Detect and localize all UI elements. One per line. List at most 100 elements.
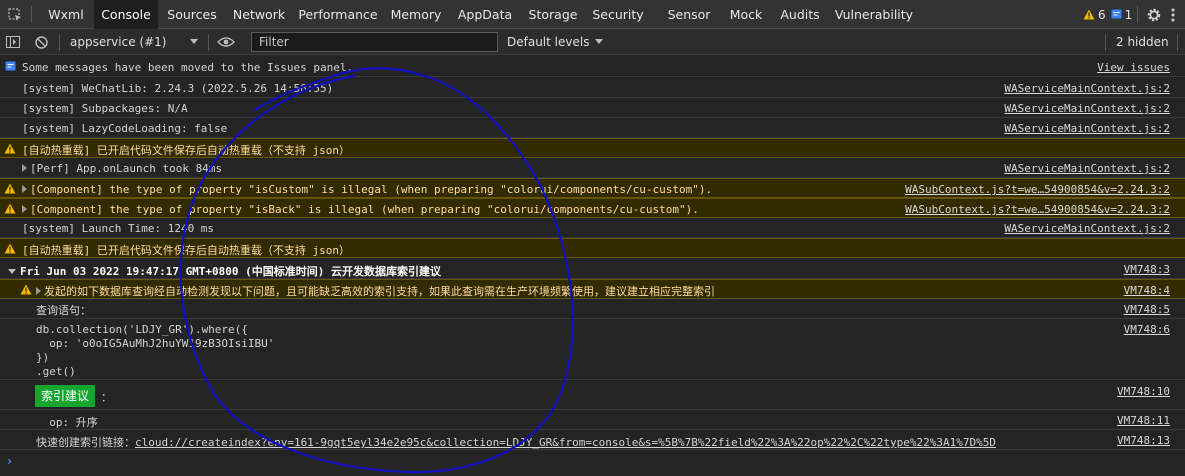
source-link[interactable]: VM748:6	[1124, 323, 1170, 336]
context-label: appservice (#1)	[70, 35, 167, 49]
console-toolbar: appservice (#1) Default levels 2 hidden	[0, 29, 1185, 55]
view-issues-link[interactable]: View issues	[1097, 61, 1170, 74]
warning-row: [自动热重载] 已开启代码文件保存后自动热重载（不支持 json）	[0, 138, 1185, 158]
source-link[interactable]: WAServiceMainContext.js:2	[1004, 102, 1170, 115]
log-row: 查询语句： VM748:5	[0, 299, 1185, 319]
clear-console-icon[interactable]	[35, 29, 48, 55]
tab-vulnerability[interactable]: Vulnerability	[834, 0, 914, 29]
collapse-triangle-icon[interactable]	[8, 269, 16, 274]
source-link[interactable]: VM748:4	[1124, 284, 1170, 297]
source-link[interactable]: WAServiceMainContext.js:2	[1004, 162, 1170, 175]
console-output: Some messages have been moved to the Iss…	[0, 56, 1185, 476]
log-message: [Perf] App.onLaunch took 84ms	[30, 162, 223, 175]
divider	[208, 34, 209, 51]
warning-icon	[4, 143, 16, 154]
source-link[interactable]: WASubContext.js?t=we…54900854&v=2.24.3:2	[905, 183, 1170, 196]
warning-row[interactable]: 发起的如下数据库查询经自动检测发现以下问题，且可能缺乏高效的索引支持，如果此查询…	[0, 279, 1185, 299]
tab-sensor[interactable]: Sensor	[662, 0, 716, 29]
expand-triangle-icon[interactable]	[22, 164, 27, 172]
issues-banner-text: Some messages have been moved to the Iss…	[22, 61, 354, 74]
source-link[interactable]: VM748:5	[1124, 303, 1170, 316]
log-message: [system] Launch Time: 1240 ms	[22, 222, 215, 235]
index-suggestion-badge: 索引建议	[35, 385, 96, 407]
log-message: [system] WeChatLib: 2.24.3 (2022.5.26 14…	[22, 82, 334, 95]
hidden-count-label: 2 hidden	[1116, 35, 1169, 49]
tab-storage[interactable]: Storage	[525, 0, 581, 29]
warning-row[interactable]: [Component] the type of property "isBack…	[0, 198, 1185, 218]
tab-mock[interactable]: Mock	[724, 0, 768, 29]
tab-memory[interactable]: Memory	[386, 0, 446, 29]
log-row: 快速创建索引链接：cloud://createindex?env=161-9gq…	[0, 430, 1185, 450]
log-message: 发起的如下数据库查询经自动检测发现以下问题，且可能缺乏高效的索引支持，如果此查询…	[44, 285, 715, 298]
info-count: 1	[1124, 7, 1133, 22]
source-link[interactable]: VM748:13	[1117, 434, 1170, 447]
source-link[interactable]: WAServiceMainContext.js:2	[1004, 82, 1170, 95]
log-message: [system] Subpackages: N/A	[22, 102, 188, 115]
tab-sources[interactable]: Sources	[162, 0, 222, 29]
tab-appdata[interactable]: AppData	[455, 0, 515, 29]
group-title: Fri Jun 03 2022 19:47:17 GMT+0800 (中国标准时…	[20, 265, 442, 278]
source-link[interactable]: WAServiceMainContext.js:2	[1004, 222, 1170, 235]
create-index-link[interactable]: cloud://createindex?env=161-9gqt5eyl34e2…	[135, 436, 996, 449]
code-line: op: 'o0oIG5AuMhJ2huYW19zB3OIsiIBU'	[36, 337, 275, 350]
divider	[31, 6, 32, 23]
source-link[interactable]: VM748:11	[1117, 414, 1170, 427]
code-line: .get()	[36, 365, 76, 378]
more-options-icon[interactable]	[1160, 0, 1185, 29]
chevron-down-icon	[595, 39, 604, 44]
log-levels-dropdown[interactable]: Default levels	[507, 29, 604, 55]
warning-row[interactable]: [Component] the type of property "isCust…	[0, 178, 1185, 198]
log-group-header[interactable]: Fri Jun 03 2022 19:47:17 GMT+0800 (中国标准时…	[0, 259, 1185, 279]
tab-console[interactable]: Console	[94, 0, 158, 29]
index-suggestion-row: 索引建议 ： VM748:10	[0, 380, 1185, 410]
filter-input[interactable]	[251, 32, 498, 52]
issues-banner: Some messages have been moved to the Iss…	[0, 56, 1185, 77]
devtools-tabbar: Wxml Console Sources Network Performance…	[0, 0, 1185, 29]
divider	[1137, 6, 1138, 23]
log-row: op: 升序 VM748:11	[0, 410, 1185, 430]
expand-triangle-icon[interactable]	[22, 205, 27, 213]
tab-audits[interactable]: Audits	[776, 0, 824, 29]
source-link[interactable]: VM748:10	[1117, 385, 1170, 398]
log-message: 查询语句：	[36, 304, 91, 317]
log-row: [system] Subpackages: N/A WAServiceMainC…	[0, 98, 1185, 118]
tab-performance[interactable]: Performance	[297, 0, 379, 29]
issue-counts[interactable]: 6 1	[1083, 0, 1132, 29]
log-row: [system] Launch Time: 1240 ms WAServiceM…	[0, 218, 1185, 238]
warning-row: [自动热重载] 已开启代码文件保存后自动热重载（不支持 json）	[0, 238, 1185, 258]
source-link[interactable]: VM748:3	[1124, 263, 1170, 276]
message-icon	[1111, 9, 1122, 19]
tab-wxml[interactable]: Wxml	[42, 0, 90, 29]
source-link[interactable]: WASubContext.js?t=we…54900854&v=2.24.3:2	[905, 203, 1170, 216]
message-icon	[5, 61, 16, 71]
log-levels-label: Default levels	[507, 35, 590, 49]
expand-triangle-icon[interactable]	[22, 185, 27, 193]
tab-network[interactable]: Network	[228, 0, 290, 29]
log-row[interactable]: [Perf] App.onLaunch took 84ms WAServiceM…	[0, 158, 1185, 178]
source-link[interactable]: WAServiceMainContext.js:2	[1004, 122, 1170, 135]
tab-security[interactable]: Security	[589, 0, 647, 29]
warning-icon	[20, 284, 32, 295]
context-selector[interactable]: appservice (#1)	[70, 29, 166, 55]
chevron-down-icon[interactable]	[190, 29, 198, 55]
warning-icon	[4, 243, 16, 254]
log-message: ：	[101, 391, 112, 404]
warning-icon	[1083, 9, 1095, 20]
live-expression-eye-icon[interactable]	[217, 29, 235, 55]
sidebar-toggle-icon[interactable]	[6, 29, 20, 55]
code-line: })	[36, 351, 50, 364]
warning-count: 6	[1098, 7, 1106, 22]
log-message: [自动热重载] 已开启代码文件保存后自动热重载（不支持 json）	[22, 144, 350, 157]
expand-triangle-icon[interactable]	[36, 287, 41, 295]
log-message: [system] LazyCodeLoading: false	[22, 122, 228, 135]
warning-icon	[4, 183, 16, 194]
log-message: [Component] the type of property "isCust…	[30, 183, 713, 196]
log-message: [Component] the type of property "isBack…	[30, 203, 699, 216]
console-prompt-icon[interactable]: ›	[6, 454, 13, 468]
inspect-element-icon[interactable]	[2, 0, 28, 29]
code-line: db.collection('LDJY_GR').where({	[36, 323, 248, 336]
quick-link-label: 快速创建索引链接：	[36, 436, 135, 449]
warning-icon	[4, 203, 16, 214]
log-message: op: 升序	[36, 416, 98, 429]
log-message: [自动热重载] 已开启代码文件保存后自动热重载（不支持 json）	[22, 244, 350, 257]
